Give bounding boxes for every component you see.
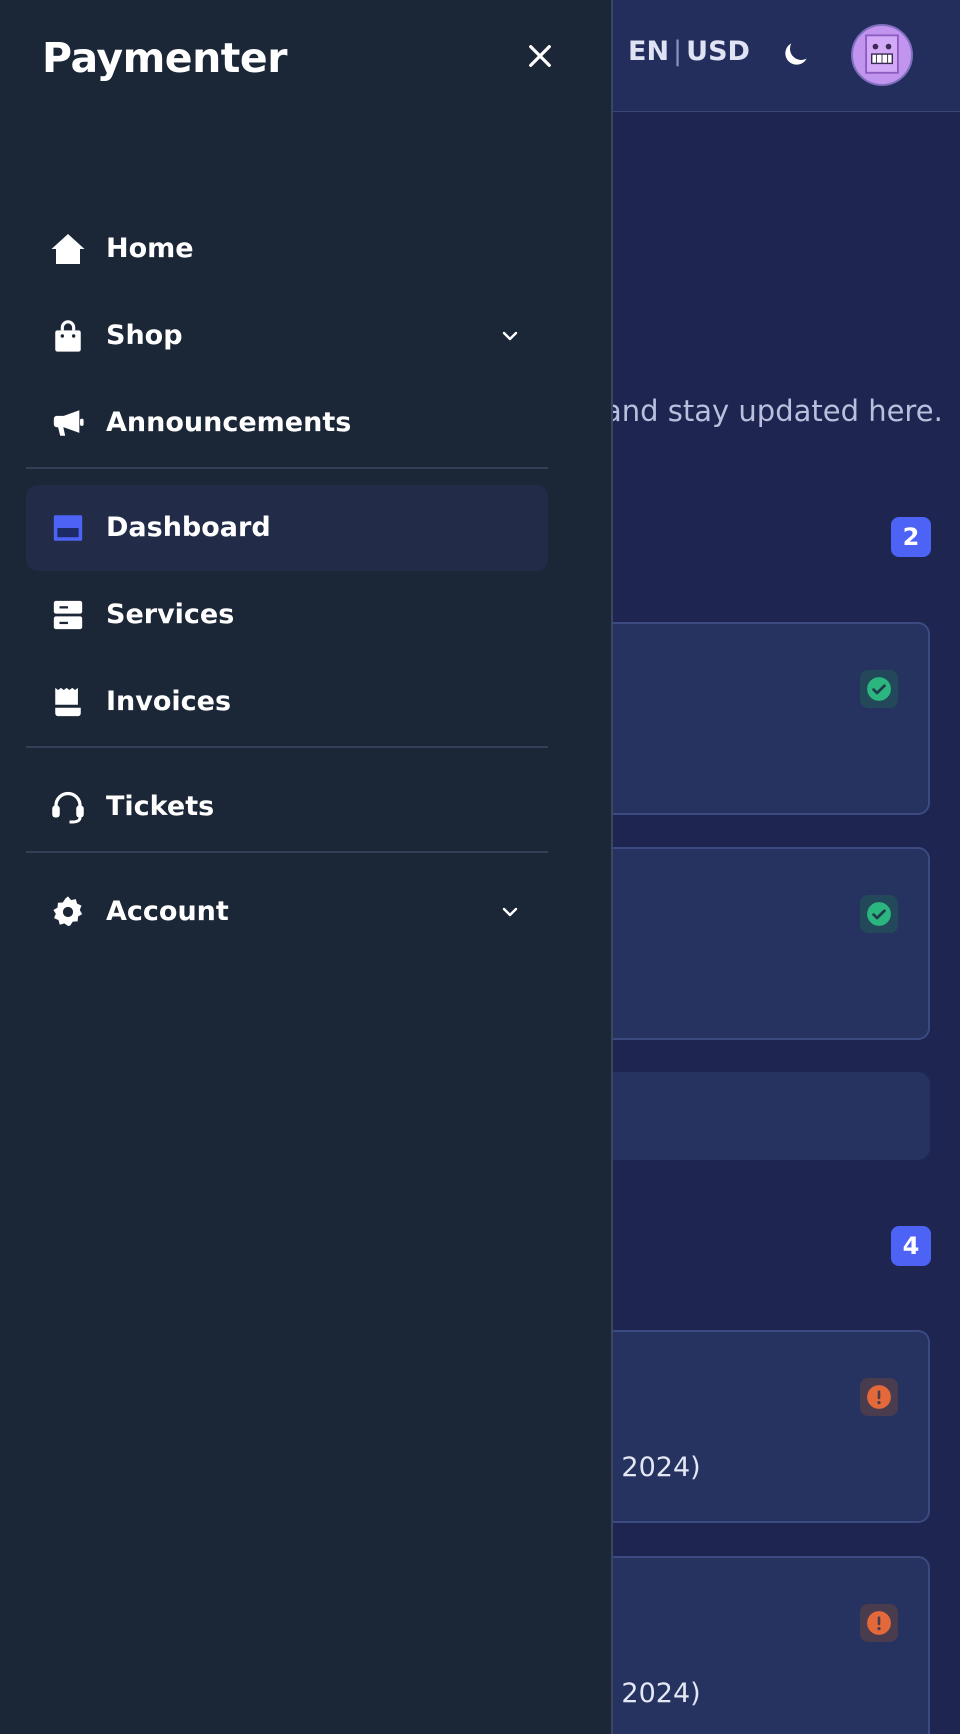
nav-item-label: Services bbox=[106, 599, 235, 630]
shopping-bag-icon bbox=[50, 318, 86, 354]
nav-item-label: Announcements bbox=[106, 407, 352, 438]
status-badge bbox=[860, 1378, 898, 1416]
nav-item-invoices[interactable]: Invoices bbox=[26, 659, 548, 745]
nav-item-shop[interactable]: Shop bbox=[26, 293, 548, 379]
alert-circle-icon bbox=[867, 1385, 891, 1409]
service-card[interactable] bbox=[560, 847, 930, 1040]
close-icon[interactable] bbox=[524, 40, 556, 72]
megaphone-icon bbox=[50, 405, 86, 441]
invoice-card[interactable]: c 2024) bbox=[560, 1556, 930, 1734]
nav-item-dashboard[interactable]: Dashboard bbox=[26, 485, 548, 571]
status-badge bbox=[860, 1604, 898, 1642]
nav-item-tickets[interactable]: Tickets bbox=[26, 764, 548, 850]
divider bbox=[26, 746, 548, 748]
nav-item-account[interactable]: Account bbox=[26, 869, 548, 955]
home-icon bbox=[50, 231, 86, 267]
invoice-date: c 2024) bbox=[598, 1678, 701, 1709]
check-circle-icon bbox=[867, 677, 891, 701]
services-count-badge: 2 bbox=[891, 517, 931, 557]
server-icon bbox=[50, 597, 86, 633]
check-circle-icon bbox=[867, 902, 891, 926]
nav-item-label: Home bbox=[106, 233, 194, 264]
divider bbox=[26, 467, 548, 469]
view-all-services-bar[interactable] bbox=[560, 1072, 930, 1160]
alert-circle-icon bbox=[867, 1611, 891, 1635]
nav-item-label: Account bbox=[106, 896, 229, 927]
moon-icon[interactable] bbox=[780, 38, 812, 70]
nav-item-services[interactable]: Services bbox=[26, 572, 548, 658]
service-card[interactable] bbox=[560, 622, 930, 815]
nav-item-home[interactable]: Home bbox=[26, 206, 548, 292]
language-currency-switcher[interactable]: EN | USD bbox=[628, 36, 750, 67]
divider bbox=[26, 851, 548, 853]
language-label[interactable]: EN bbox=[628, 36, 669, 67]
chevron-down-icon[interactable] bbox=[498, 324, 522, 348]
headset-icon bbox=[50, 789, 86, 825]
dashboard-icon bbox=[50, 510, 86, 546]
brand-logo[interactable]: Paymenter bbox=[42, 34, 287, 82]
separator: | bbox=[673, 36, 683, 67]
currency-label[interactable]: USD bbox=[686, 36, 750, 67]
avatar-face-icon bbox=[853, 26, 911, 84]
nav-item-label: Invoices bbox=[106, 686, 232, 717]
status-badge bbox=[860, 895, 898, 933]
navigation-drawer: Paymenter Home Shop Announcements Dashbo… bbox=[0, 0, 613, 1734]
nav-item-label: Shop bbox=[106, 320, 183, 351]
invoices-count-badge: 4 bbox=[891, 1226, 931, 1266]
invoice-card[interactable]: c 2024) bbox=[560, 1330, 930, 1523]
page-subtitle: and stay updated here. bbox=[604, 394, 943, 428]
invoice-date: c 2024) bbox=[598, 1452, 701, 1483]
gear-icon bbox=[50, 894, 86, 930]
nav-item-label: Tickets bbox=[106, 791, 215, 822]
nav-item-label: Dashboard bbox=[106, 512, 271, 543]
nav-item-announcements[interactable]: Announcements bbox=[26, 380, 548, 466]
avatar[interactable] bbox=[851, 24, 913, 86]
chevron-down-icon[interactable] bbox=[498, 900, 522, 924]
status-badge bbox=[860, 670, 898, 708]
receipt-icon bbox=[50, 684, 86, 720]
